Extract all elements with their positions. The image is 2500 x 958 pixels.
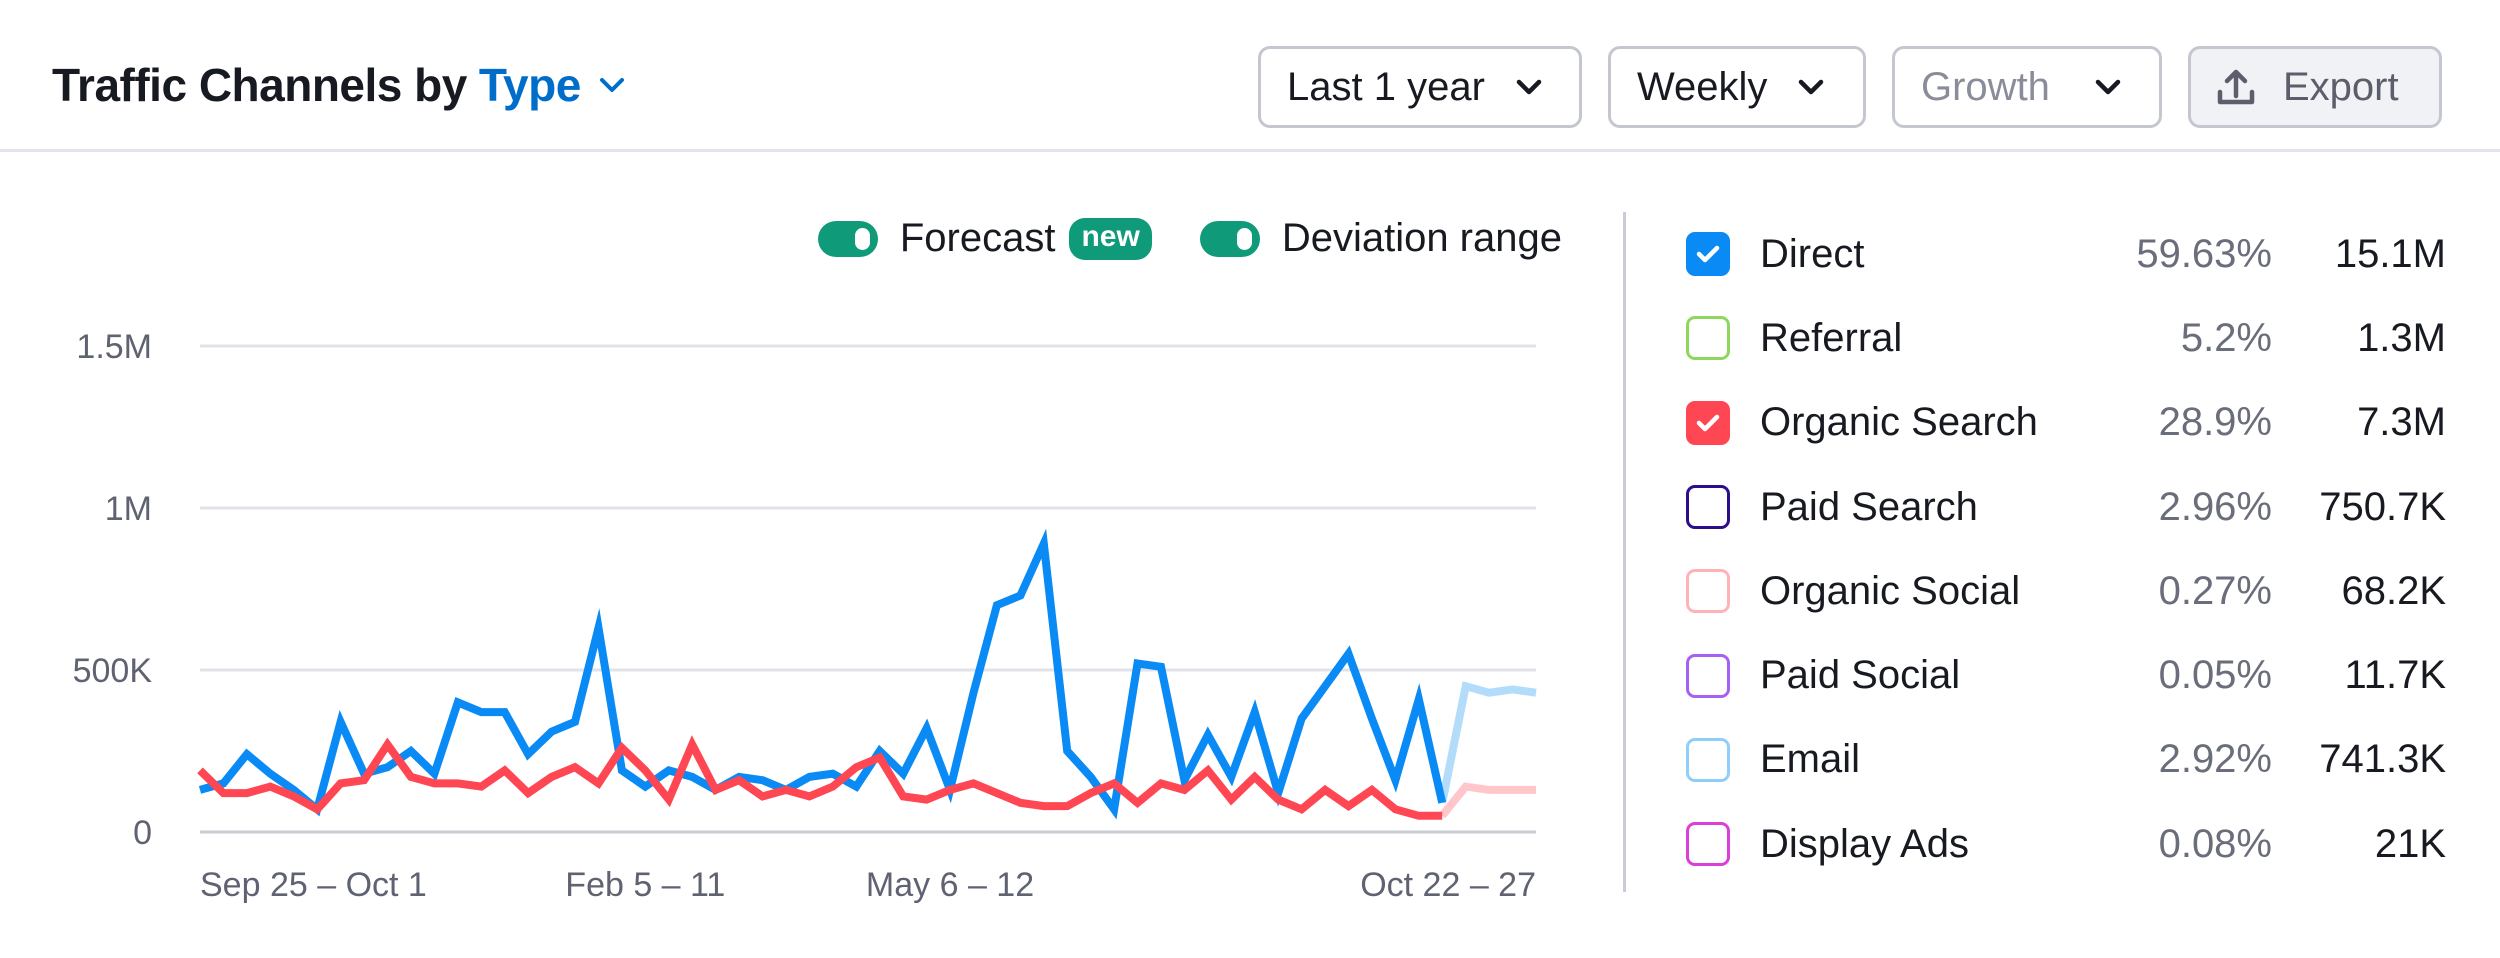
channel-legend: Direct 59.63% 15.1M Referral 5.2% 1.3M Organic…: [1686, 212, 2446, 886]
chevron-down-icon: [1516, 79, 1542, 95]
legend-checkbox[interactable]: [1686, 232, 1730, 277]
legend-item-display-ads[interactable]: Display Ads 0.08% 21K: [1686, 802, 2446, 886]
legend-percent: 2.96%: [2158, 484, 2272, 529]
legend-item-organic-search[interactable]: Organic Search 28.9% 7.3M: [1686, 381, 2446, 465]
chart-toggles: Forecast new Deviation range: [817, 216, 1562, 261]
period-dropdown[interactable]: Last 1 year: [1258, 46, 1582, 128]
widget-title: Traffic Channels by Type: [52, 58, 625, 112]
legend-label: Email: [1760, 737, 1861, 782]
period-value: Last 1 year: [1287, 64, 1485, 109]
new-badge: new: [1069, 217, 1152, 260]
toolbar: Last 1 year Weekly Growth Export: [1258, 46, 2442, 128]
legend-value: 7.3M: [2357, 400, 2446, 445]
export-label: Export: [2283, 64, 2399, 109]
upload-icon: [2217, 69, 2255, 105]
chevron-down-icon[interactable]: [599, 72, 625, 98]
x-tick-label: Sep 25 – Oct 1: [200, 866, 427, 904]
type-selector[interactable]: Type: [479, 58, 581, 112]
series-line-direct[interactable]: [198, 528, 1447, 820]
legend-value: 1.3M: [2357, 315, 2446, 360]
deviation-label: Deviation range: [1281, 216, 1562, 260]
legend-checkbox[interactable]: [1686, 737, 1730, 782]
legend-label: Referral: [1760, 315, 1903, 360]
chevron-down-icon: [2095, 79, 2121, 95]
legend-checkbox[interactable]: [1686, 569, 1730, 614]
y-tick-label: 1.5M: [76, 328, 152, 366]
forecast-line-organic-search: [1439, 782, 1536, 819]
forecast-label: Forecast: [899, 216, 1056, 260]
forecast-toggle[interactable]: [817, 220, 878, 257]
traffic-line-chart: 0 500K 1M 1.5M Sep 25 – Oct 1 Feb 5 – 11 May …: [73, 328, 1537, 904]
checkmark-icon: [1696, 245, 1720, 263]
legend-value: 68.2K: [2341, 568, 2446, 613]
export-button[interactable]: Export: [2188, 46, 2442, 128]
widget-header: Traffic Channels by Type Last 1 year Wee…: [0, 0, 2500, 152]
legend-checkbox[interactable]: [1686, 822, 1730, 867]
legend-percent: 28.9%: [2158, 400, 2272, 445]
deviation-toggle-group: Deviation range: [1199, 216, 1562, 261]
y-tick-label: 500K: [73, 652, 153, 690]
legend-item-paid-search[interactable]: Paid Search 2.96% 750.7K: [1686, 465, 2446, 549]
granularity-value: Weekly: [1637, 64, 1768, 109]
legend-percent: 5.2%: [2180, 315, 2272, 360]
panel-divider: [1623, 212, 1626, 892]
legend-checkbox[interactable]: [1686, 653, 1730, 698]
legend-percent: 0.05%: [2158, 653, 2272, 698]
checkmark-icon: [1696, 414, 1720, 431]
legend-item-email[interactable]: Email 2.92% 741.3K: [1686, 718, 2446, 802]
series-line-organic-search[interactable]: [197, 735, 1443, 820]
x-tick-label: Feb 5 – 11: [565, 866, 725, 904]
x-tick-label: May 6 – 12: [866, 866, 1034, 904]
legend-label: Paid Social: [1760, 653, 1961, 698]
x-tick-label: Oct 22 – 27: [1360, 866, 1536, 904]
legend-percent: 59.63%: [2136, 231, 2272, 276]
legend-value: 15.1M: [2334, 231, 2446, 276]
y-tick-label: 1M: [105, 490, 152, 528]
legend-value: 741.3K: [2319, 737, 2446, 782]
legend-label: Direct: [1760, 231, 1865, 276]
legend-item-paid-social[interactable]: Paid Social 0.05% 11.7K: [1686, 633, 2446, 717]
legend-label: Organic Social: [1760, 568, 2021, 613]
legend-item-direct[interactable]: Direct 59.63% 15.1M: [1686, 212, 2446, 296]
legend-label: Organic Search: [1760, 400, 2038, 445]
legend-value: 21K: [2374, 821, 2446, 866]
legend-percent: 0.08%: [2158, 821, 2272, 866]
chevron-down-icon: [1799, 79, 1824, 95]
legend-item-referral[interactable]: Referral 5.2% 1.3M: [1686, 296, 2446, 380]
legend-label: Paid Search: [1760, 484, 1978, 529]
legend-label: Display Ads: [1760, 821, 1969, 866]
title-prefix: Traffic Channels by: [52, 59, 467, 111]
metric-value: Growth: [1921, 64, 2050, 109]
legend-item-organic-social[interactable]: Organic Social 0.27% 68.2K: [1686, 549, 2446, 633]
metric-dropdown[interactable]: Growth: [1892, 46, 2162, 128]
forecast-toggle-group: Forecast new: [817, 216, 1152, 261]
y-tick-label: 0: [133, 814, 152, 852]
legend-percent: 2.92%: [2158, 737, 2272, 782]
legend-checkbox[interactable]: [1686, 400, 1730, 445]
legend-percent: 0.27%: [2158, 568, 2272, 613]
legend-checkbox[interactable]: [1686, 316, 1730, 361]
granularity-dropdown[interactable]: Weekly: [1608, 46, 1866, 128]
legend-value: 11.7K: [2344, 653, 2446, 698]
forecast-line-direct: [1438, 681, 1537, 804]
legend-value: 750.7K: [2319, 484, 2446, 529]
legend-checkbox[interactable]: [1686, 485, 1730, 530]
deviation-toggle[interactable]: [1199, 220, 1260, 257]
